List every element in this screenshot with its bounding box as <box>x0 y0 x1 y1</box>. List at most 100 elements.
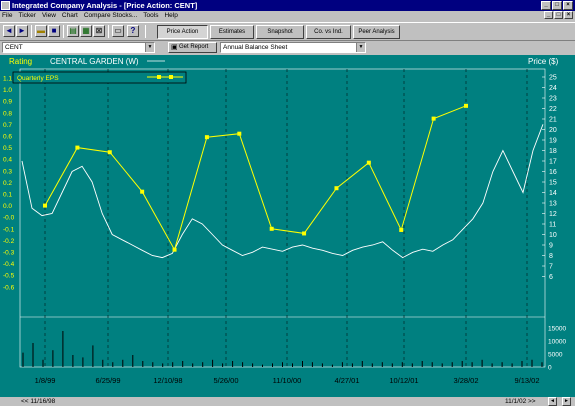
eps-point <box>366 160 371 165</box>
child-restore-button[interactable]: □ <box>554 11 563 19</box>
rating-label: Rating <box>9 57 32 66</box>
maximize-button[interactable]: □ <box>552 1 562 10</box>
ticker-combo[interactable]: CENT ▼ <box>2 42 155 53</box>
menu-bar: File Ticker View Chart Compare Stocks...… <box>0 11 575 21</box>
volume-tick-label: 5000 <box>548 352 563 359</box>
report-value: Annual Balance Sheet <box>223 44 288 51</box>
x-tick-label: 6/25/99 <box>95 376 120 385</box>
volume-tick-label: 10000 <box>548 339 566 346</box>
left-tick-label: 0.4 <box>3 157 12 164</box>
back-icon[interactable]: ◄ <box>3 25 15 37</box>
scroll-right-button[interactable]: ► <box>562 397 571 406</box>
tab-snapshot[interactable]: Snapshot <box>256 25 304 39</box>
right-tick-label: 19 <box>549 138 557 145</box>
left-tick-label: 0.2 <box>3 180 12 187</box>
eps-point <box>107 150 112 155</box>
legend-swatch-marker <box>157 75 161 79</box>
left-tick-label: -0.6 <box>3 284 15 291</box>
eps-point <box>464 103 468 108</box>
menu-tools[interactable]: Tools <box>143 11 158 21</box>
range-start-link[interactable]: << 11/16/98 <box>21 397 55 406</box>
window-title: Integrated Company Analysis - [Price Act… <box>12 1 198 10</box>
eps-point <box>302 231 307 236</box>
selection-row: CENT ▼ ▣ Get Report Annual Balance Sheet… <box>0 41 575 54</box>
menu-chart[interactable]: Chart <box>62 11 78 21</box>
left-tick-label: 0.0 <box>3 203 12 210</box>
tab-co-vs-ind[interactable]: Co. vs Ind. <box>306 25 351 39</box>
eps-point <box>204 135 209 140</box>
right-tick-label: 17 <box>549 159 557 166</box>
volume-tick-label: 15000 <box>548 326 566 333</box>
chevron-down-icon[interactable]: ▼ <box>356 43 365 52</box>
ticker-value: CENT <box>5 44 23 51</box>
right-tick-label: 16 <box>549 169 557 176</box>
chevron-down-icon[interactable]: ▼ <box>145 43 154 52</box>
left-tick-label: -0.3 <box>3 250 15 257</box>
x-tick-label: 5/26/00 <box>213 376 238 385</box>
right-tick-label: 24 <box>549 85 557 92</box>
x-tick-label: 3/28/02 <box>453 376 478 385</box>
right-tick-label: 7 <box>549 264 553 271</box>
eps-point <box>43 203 47 208</box>
x-tick-label: 9/13/02 <box>514 376 539 385</box>
grid-icon[interactable]: ▦ <box>80 25 92 37</box>
right-tick-label: 11 <box>549 222 556 229</box>
legend-swatch-marker <box>169 75 173 79</box>
right-tick-label: 12 <box>549 211 557 218</box>
chart-icon[interactable]: ▤ <box>67 25 79 37</box>
x-tick-label: 10/12/01 <box>389 376 418 385</box>
price-chart[interactable]: 1/8/99 6/25/99 12/10/98 5/26/00 11/10/00 4/27… <box>0 55 575 397</box>
range-end-link[interactable]: 11/1/02 >> <box>505 397 536 406</box>
left-tick-label: 0.5 <box>3 145 12 152</box>
left-tick-label: 1.0 <box>3 87 12 94</box>
minimize-button[interactable]: _ <box>541 1 551 10</box>
eps-point <box>431 116 436 121</box>
price-axis-label: Price ($) <box>528 57 559 66</box>
menu-compare-stocks[interactable]: Compare Stocks... <box>84 11 137 21</box>
menu-help[interactable]: Help <box>164 11 177 21</box>
report-icon: ▣ <box>171 44 178 51</box>
scroll-left-button[interactable]: ◄ <box>548 397 557 406</box>
menu-ticker[interactable]: Ticker <box>18 11 35 21</box>
right-tick-label: 21 <box>549 117 557 124</box>
menu-file[interactable]: File <box>2 11 12 21</box>
right-tick-label: 20 <box>549 127 557 134</box>
eps-point <box>334 186 339 191</box>
right-tick-label: 23 <box>549 96 557 103</box>
left-tick-label: 0.9 <box>3 99 12 106</box>
left-tick-label: -0.4 <box>3 261 15 268</box>
close-button[interactable]: × <box>563 1 573 10</box>
right-tick-label: 14 <box>549 190 557 197</box>
left-tick-label: 0.6 <box>3 134 12 141</box>
right-tick-label: 6 <box>549 274 553 281</box>
volume-tick-label: 0 <box>548 365 552 372</box>
get-report-button[interactable]: ▣ Get Report <box>168 42 217 53</box>
tab-peer-analysis[interactable]: Peer Analysis <box>353 25 400 39</box>
compare-icon[interactable]: ⊠ <box>93 25 105 37</box>
eps-point <box>140 189 145 194</box>
print-icon[interactable]: ▭ <box>112 25 124 37</box>
save-icon[interactable]: ■ <box>48 25 60 37</box>
chart-canvas: 1/8/99 6/25/99 12/10/98 5/26/00 11/10/00 4/27… <box>3 57 566 385</box>
menu-view[interactable]: View <box>42 11 56 21</box>
right-tick-label: 22 <box>549 106 557 113</box>
x-tick-label: 12/10/98 <box>153 376 182 385</box>
eps-point <box>75 145 80 150</box>
left-tick-label: 0.1 <box>3 192 12 199</box>
right-tick-label: 10 <box>549 232 557 239</box>
legend-label: Quarterly EPS <box>17 75 59 82</box>
status-bar: << 11/16/98 11/1/02 >> ◄ ► <box>0 397 575 406</box>
company-name: CENTRAL GARDEN (W) <box>50 57 139 66</box>
title-bar: Integrated Company Analysis - [Price Act… <box>0 0 575 11</box>
help-icon[interactable]: ? <box>127 25 139 37</box>
child-minimize-button[interactable]: _ <box>544 11 553 19</box>
forward-icon[interactable]: ► <box>16 25 28 37</box>
x-tick-label: 11/10/00 <box>273 376 302 385</box>
report-combo[interactable]: Annual Balance Sheet ▼ <box>220 42 366 53</box>
tab-estimates[interactable]: Estimates <box>210 25 254 39</box>
left-tick-label: -0.0 <box>3 215 15 222</box>
get-report-label: Get Report <box>179 44 209 50</box>
tab-price-action[interactable]: Price Action <box>157 25 208 39</box>
child-close-button[interactable]: × <box>564 11 573 19</box>
open-folder-icon[interactable]: ▬ <box>35 25 47 37</box>
